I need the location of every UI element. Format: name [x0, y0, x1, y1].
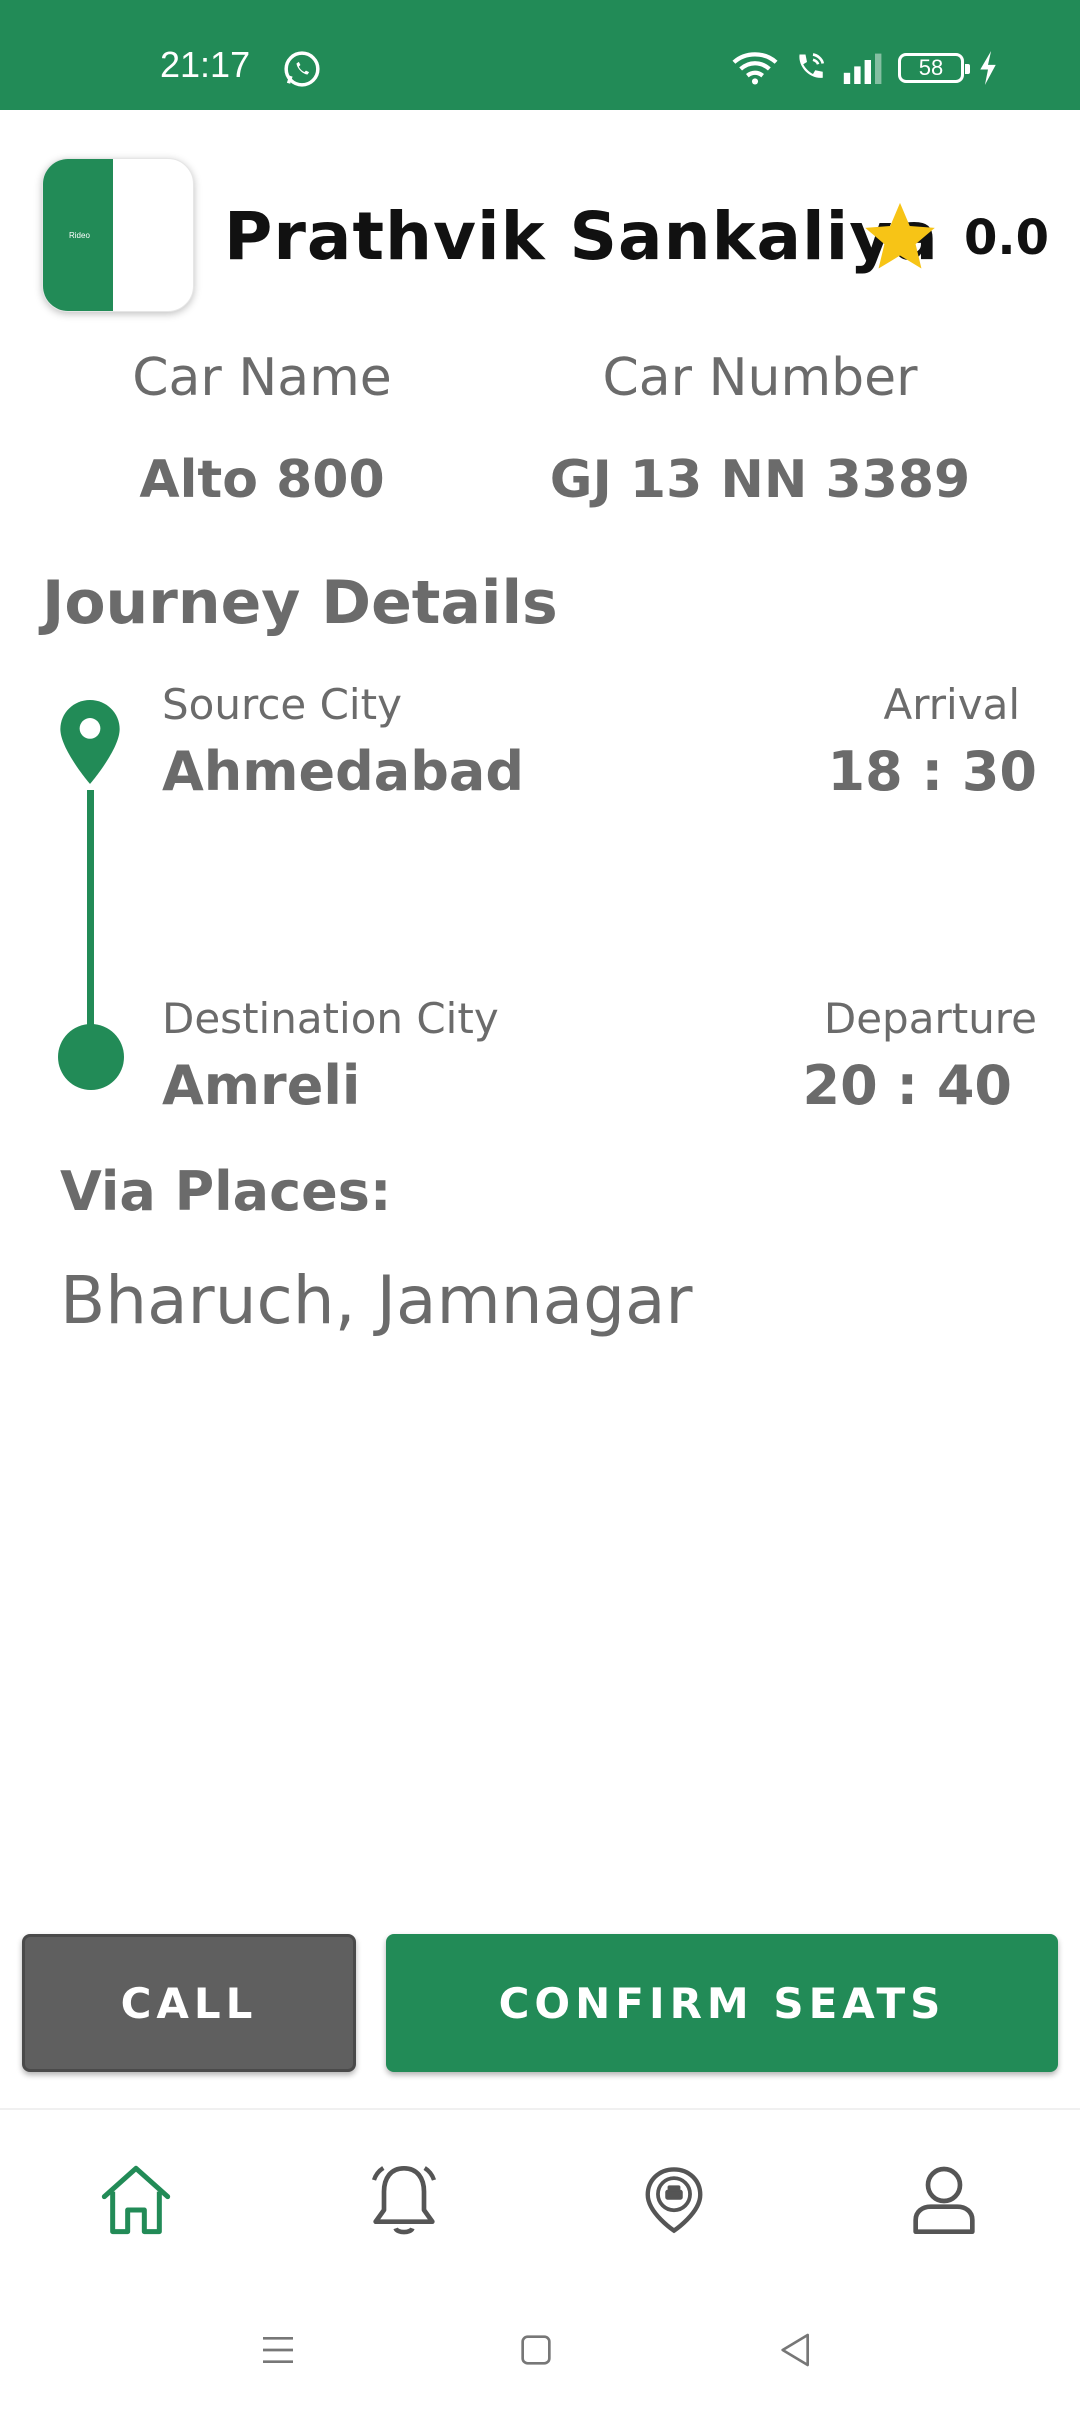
route-line: [87, 790, 94, 1030]
via-places-value: Bharuch, Jamnagar: [60, 1262, 693, 1339]
status-icons: 58: [732, 46, 998, 90]
journey-title: Journey Details: [42, 568, 558, 638]
car-name-label: Car Name: [132, 348, 392, 408]
signal-icon: [843, 53, 882, 84]
home-icon: [101, 2165, 171, 2235]
bottom-nav: [0, 2108, 1080, 2288]
charging-icon: [980, 51, 996, 85]
nav-profile[interactable]: [902, 2158, 986, 2242]
profile-icon: [913, 2166, 975, 2234]
sys-menu-button[interactable]: [252, 2324, 304, 2376]
system-nav-bar: [0, 2290, 1080, 2412]
menu-icon: [263, 2337, 293, 2363]
wifi-icon: [732, 52, 778, 85]
battery-icon: 58: [898, 53, 970, 83]
sys-home-button[interactable]: [510, 2324, 562, 2376]
back-triangle-icon: [781, 2333, 809, 2367]
destination-city-label: Destination City: [162, 994, 499, 1043]
driver-name: Prathvik Sankaliya: [224, 198, 939, 275]
car-name-block: Car Name Alto 800: [62, 348, 462, 510]
wifi-call-icon: [799, 53, 825, 78]
battery-level: 58: [918, 55, 944, 80]
nav-notifications[interactable]: [362, 2158, 446, 2242]
via-places-label: Via Places:: [60, 1160, 392, 1223]
source-city-value: Ahmedabad: [162, 740, 524, 803]
driver-rating: 0.0: [964, 210, 1050, 266]
star-icon: [865, 202, 935, 269]
arrival-value: 18 : 30: [827, 740, 1038, 803]
location-pin-icon: [60, 700, 120, 784]
nav-rides[interactable]: [632, 2158, 716, 2242]
logo-text: Rideo: [69, 231, 90, 240]
departure-label: Departure: [823, 994, 1037, 1043]
status-time: 21:17: [160, 44, 251, 85]
call-button[interactable]: CALL: [22, 1934, 356, 2072]
nav-home[interactable]: [94, 2158, 178, 2242]
notifications-icon: [371, 2166, 437, 2235]
rides-icon: [645, 2167, 703, 2234]
confirm-seats-button[interactable]: CONFIRM SEATS: [386, 1934, 1058, 2072]
car-number-block: Car Number GJ 13 NN 3389: [530, 348, 990, 510]
departure-value: 20 : 40: [802, 1054, 1013, 1117]
source-city-label: Source City: [162, 680, 402, 729]
arrival-label: Arrival: [883, 680, 1020, 729]
car-number-value: GJ 13 NN 3389: [549, 450, 971, 510]
sys-back-button[interactable]: [770, 2324, 822, 2376]
app-logo: Rideo: [42, 158, 194, 312]
square-icon: [521, 2335, 551, 2365]
status-bar: 21:17 58: [0, 0, 1080, 110]
car-number-label: Car Number: [602, 348, 918, 408]
whatsapp-icon: [284, 51, 320, 87]
destination-dot: [58, 1024, 124, 1090]
destination-city-value: Amreli: [162, 1054, 361, 1117]
car-name-value: Alto 800: [139, 450, 385, 510]
